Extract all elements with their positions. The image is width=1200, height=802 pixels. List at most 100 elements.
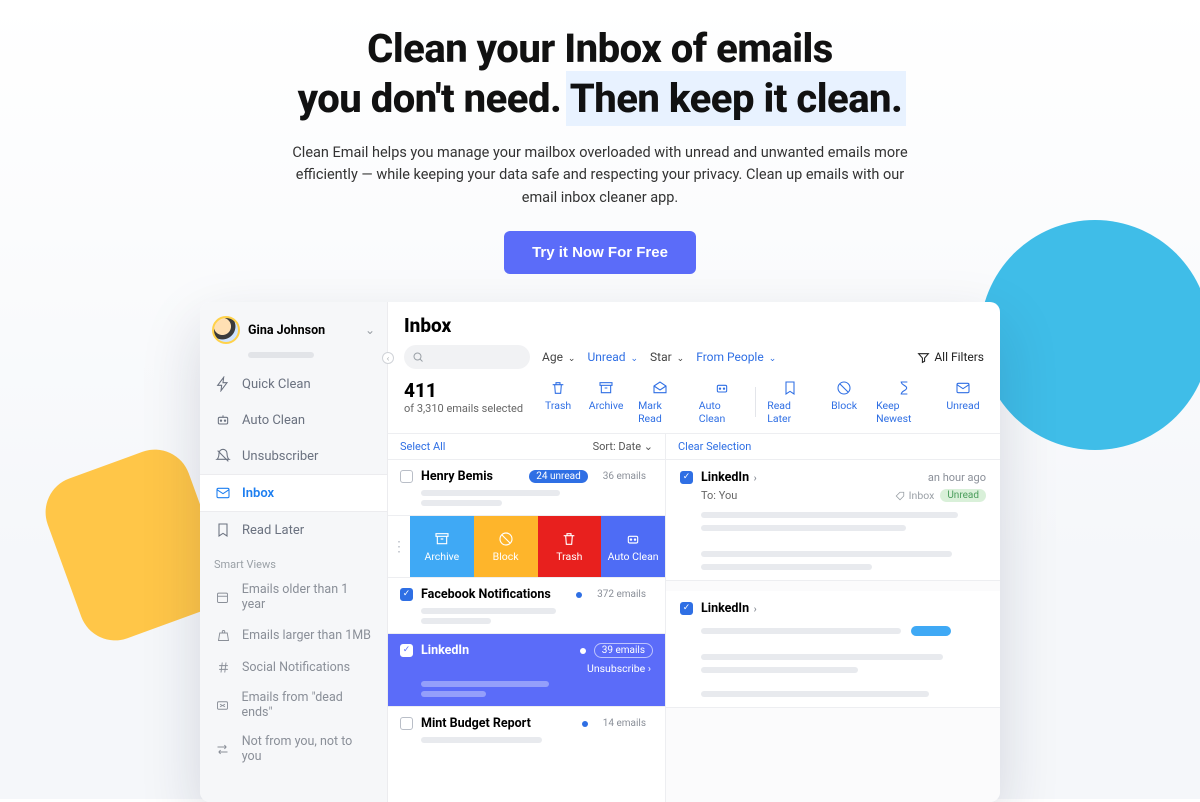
sort-control[interactable]: Sort: Date ⌄ bbox=[593, 440, 653, 453]
checkbox[interactable] bbox=[400, 644, 413, 657]
inbox-icon bbox=[214, 484, 232, 502]
sv-label: Social Notifications bbox=[242, 660, 350, 675]
smart-not-you[interactable]: Not from you, not to you bbox=[200, 727, 387, 771]
avatar bbox=[212, 316, 240, 344]
sidebar: Gina Johnson ⌄ ‹ Quick Clean Auto Clean … bbox=[200, 302, 388, 802]
checkbox[interactable] bbox=[400, 717, 413, 730]
swipe-archive[interactable]: Archive bbox=[410, 516, 474, 577]
count-badge: 36 emails bbox=[596, 470, 653, 483]
highlight-chip bbox=[911, 626, 951, 636]
action-trash[interactable]: Trash bbox=[537, 379, 579, 425]
checkbox[interactable] bbox=[400, 588, 413, 601]
action-auto-clean[interactable]: Auto Clean bbox=[694, 379, 750, 425]
filter-icon bbox=[917, 351, 930, 364]
hero-section: Clean your Inbox of emails you don't nee… bbox=[0, 0, 1200, 274]
count-row: 411 of 3,310 emails selected Trash Archi… bbox=[388, 369, 1000, 434]
robot-icon bbox=[713, 379, 731, 397]
search-input[interactable] bbox=[404, 345, 530, 369]
columns: Select All Sort: Date ⌄ Henry Bemis 24 u… bbox=[388, 434, 1000, 802]
group-row[interactable]: Mint Budget Report 14 emails bbox=[388, 706, 665, 752]
lightning-icon bbox=[214, 375, 232, 393]
count-subtext: of 3,310 emails selected bbox=[404, 402, 523, 415]
hero-line1: Clean your Inbox of emails bbox=[367, 25, 833, 72]
swipe-block[interactable]: Block bbox=[474, 516, 538, 577]
action-read-later[interactable]: Read Later bbox=[762, 379, 817, 425]
swipe-auto-clean[interactable]: Auto Clean bbox=[601, 516, 665, 577]
profile-name: Gina Johnson bbox=[248, 323, 365, 338]
smart-dead-ends[interactable]: Emails from "dead ends" bbox=[200, 683, 387, 727]
action-block[interactable]: Block bbox=[823, 379, 865, 425]
smart-larger-1mb[interactable]: Emails larger than 1MB bbox=[200, 619, 387, 651]
group-row[interactable]: Facebook Notifications 372 emails bbox=[388, 577, 665, 633]
swipe-trash[interactable]: Trash bbox=[538, 516, 602, 577]
nav-unsubscriber[interactable]: Unsubscriber bbox=[200, 438, 387, 474]
hourglass-icon bbox=[895, 379, 913, 397]
block-icon bbox=[498, 531, 514, 547]
all-filters-button[interactable]: All Filters bbox=[917, 350, 984, 364]
preview-card[interactable]: LinkedIn › an hour ago To: You Inbox Unr… bbox=[666, 460, 1000, 581]
hero-heading: Clean your Inbox of emails you don't nee… bbox=[0, 24, 1200, 124]
count-badge: 39 emails bbox=[594, 643, 653, 658]
action-unread[interactable]: Unread bbox=[942, 379, 984, 425]
nav-inbox[interactable]: Inbox bbox=[200, 474, 387, 512]
selection-count: 411 of 3,310 emails selected bbox=[404, 379, 523, 415]
trash-icon bbox=[549, 379, 567, 397]
collapse-handle[interactable]: ‹ bbox=[382, 352, 394, 364]
group-row[interactable]: Henry Bemis 24 unread 36 emails bbox=[388, 459, 665, 515]
smart-social[interactable]: Social Notifications bbox=[200, 651, 387, 683]
sv-label: Emails larger than 1MB bbox=[242, 628, 371, 643]
select-all-link[interactable]: Select All bbox=[400, 440, 445, 453]
preview-column: Clear Selection LinkedIn › an hour ago T… bbox=[666, 434, 1000, 802]
unread-badge: 24 unread bbox=[529, 470, 587, 483]
bulk-actions: Trash Archive Mark Read Auto Clean Read … bbox=[537, 379, 984, 425]
arrows-icon bbox=[214, 740, 232, 758]
preview-card[interactable]: LinkedIn › bbox=[666, 591, 1000, 708]
count-badge: 372 emails bbox=[590, 588, 653, 601]
checkbox[interactable] bbox=[680, 471, 693, 484]
bookmark-icon bbox=[781, 379, 799, 397]
hero-line2a: you don't need. bbox=[298, 75, 570, 122]
list-toolbar: Select All Sort: Date ⌄ bbox=[388, 434, 665, 459]
nav-label: Inbox bbox=[242, 486, 274, 501]
nav-auto-clean[interactable]: Auto Clean bbox=[200, 402, 387, 438]
sv-label: Emails from "dead ends" bbox=[241, 690, 373, 720]
unread-dot bbox=[576, 592, 582, 598]
dead-end-icon bbox=[214, 696, 231, 714]
nav-label: Quick Clean bbox=[242, 377, 311, 392]
status-pill: Unread bbox=[940, 489, 986, 502]
filter-age[interactable]: Age ⌄ bbox=[542, 350, 575, 364]
clear-selection-link[interactable]: Clear Selection bbox=[666, 434, 1000, 460]
profile-row[interactable]: Gina Johnson ⌄ bbox=[200, 302, 387, 352]
action-keep-newest[interactable]: Keep Newest bbox=[871, 379, 936, 425]
count-badge: 14 emails bbox=[596, 717, 653, 730]
unsubscribe-link[interactable]: Unsubscribe › bbox=[400, 662, 653, 675]
drag-handle[interactable]: ⋮ bbox=[388, 516, 410, 577]
filter-row: Age ⌄ Unread ⌄ Star ⌄ From People ⌄ All … bbox=[404, 345, 984, 369]
to-line: To: You bbox=[701, 489, 737, 502]
smart-older-1year[interactable]: Emails older than 1 year bbox=[200, 575, 387, 619]
filter-star[interactable]: Star ⌄ bbox=[650, 350, 684, 364]
block-icon bbox=[835, 379, 853, 397]
smart-views-label: Smart Views bbox=[200, 548, 387, 575]
nav-label: Read Later bbox=[242, 523, 304, 538]
calendar-icon bbox=[214, 588, 232, 606]
sv-label: Emails older than 1 year bbox=[242, 582, 373, 612]
filter-from-people[interactable]: From People ⌄ bbox=[696, 350, 776, 364]
group-name: Mint Budget Report bbox=[421, 716, 574, 731]
filter-unread[interactable]: Unread ⌄ bbox=[587, 350, 638, 364]
cta-button[interactable]: Try it Now For Free bbox=[504, 231, 696, 274]
nav-quick-clean[interactable]: Quick Clean bbox=[200, 366, 387, 402]
action-archive[interactable]: Archive bbox=[585, 379, 627, 425]
group-row-selected[interactable]: LinkedIn 39 emails Unsubscribe › bbox=[388, 633, 665, 706]
profile-subtext-skeleton bbox=[248, 352, 314, 358]
hero-line2b-highlight: Then keep it clean. bbox=[570, 75, 903, 122]
weight-icon bbox=[214, 626, 232, 644]
checkbox[interactable] bbox=[400, 470, 413, 483]
group-name: Facebook Notifications bbox=[421, 587, 568, 602]
nav-read-later[interactable]: Read Later bbox=[200, 512, 387, 548]
sv-label: Not from you, not to you bbox=[242, 734, 373, 764]
checkbox[interactable] bbox=[680, 602, 693, 615]
nav-label: Auto Clean bbox=[242, 413, 305, 428]
action-mark-read[interactable]: Mark Read bbox=[633, 379, 688, 425]
archive-icon bbox=[597, 379, 615, 397]
